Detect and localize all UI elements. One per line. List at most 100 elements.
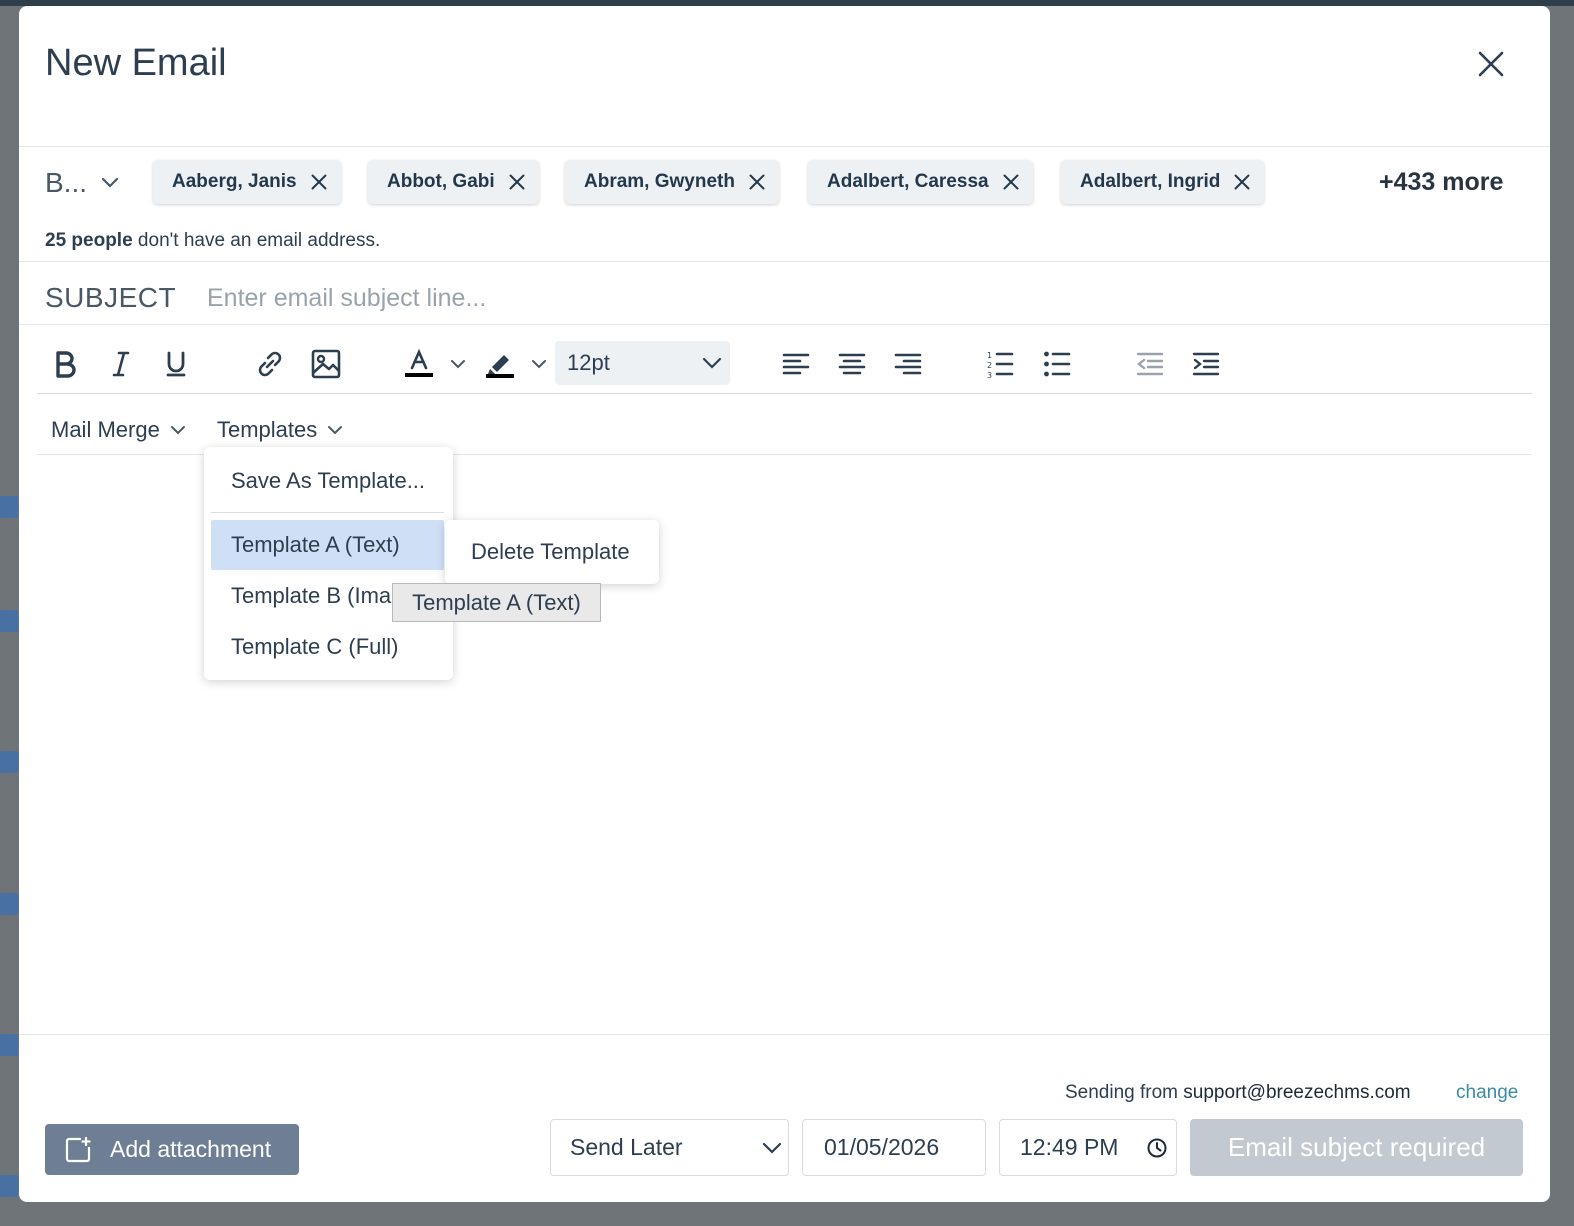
close-icon <box>1478 51 1504 77</box>
subject-input[interactable] <box>207 276 1507 320</box>
image-icon <box>311 349 341 379</box>
svg-text:1: 1 <box>987 351 992 360</box>
divider <box>19 324 1550 325</box>
chevron-down-icon <box>170 426 185 435</box>
chevron-down-icon <box>532 360 546 369</box>
save-as-template-item[interactable]: Save As Template... <box>211 456 444 506</box>
change-sender-link[interactable]: change <box>1456 1082 1518 1104</box>
highlight-dropdown[interactable] <box>528 352 550 376</box>
text-color-dropdown[interactable] <box>447 352 469 376</box>
align-center-icon <box>838 353 866 375</box>
link-icon <box>258 351 282 377</box>
template-item-c[interactable]: Template C (Full) <box>211 622 444 672</box>
remove-recipient-button[interactable] <box>1003 174 1019 190</box>
remove-recipient-button[interactable] <box>509 174 525 190</box>
recipient-chip-label: Abram, Gwyneth <box>584 171 735 192</box>
numbered-list-icon: 1 2 3 <box>987 351 1014 378</box>
templates-menu[interactable]: Templates <box>217 410 343 450</box>
recipient-chip-label: Adalbert, Ingrid <box>1080 171 1221 192</box>
recipient-chip-label: Aaberg, Janis <box>172 171 297 192</box>
template-item-a[interactable]: Template A (Text) <box>211 520 444 570</box>
chevron-down-icon <box>702 357 722 369</box>
chevron-down-icon <box>101 177 119 188</box>
align-right-icon <box>894 353 922 375</box>
subject-label: SUBJECT <box>45 282 177 313</box>
add-attachment-button[interactable]: Add attachment <box>45 1124 299 1175</box>
divider <box>19 1034 1550 1035</box>
recipient-chip: Adalbert, Ingrid <box>1061 160 1265 204</box>
send-mode-value: Send Later <box>570 1134 683 1160</box>
text-color-button[interactable] <box>397 342 441 386</box>
mail-merge-menu[interactable]: Mail Merge <box>51 410 186 450</box>
font-size-select[interactable]: 12pt <box>555 341 730 385</box>
background-checkbox <box>0 1175 18 1197</box>
template-tooltip: Template A (Text) <box>392 583 601 622</box>
numbered-list-button[interactable]: 1 2 3 <box>978 342 1022 386</box>
italic-icon <box>112 351 130 377</box>
send-date-value: 01/05/2026 <box>824 1134 940 1160</box>
send-mode-select[interactable]: Send Later <box>550 1119 789 1176</box>
chevron-down-icon <box>451 360 465 369</box>
clock-icon[interactable] <box>1146 1137 1168 1159</box>
divider <box>19 146 1550 147</box>
close-icon <box>311 174 327 190</box>
send-date-input[interactable]: 01/05/2026 <box>802 1119 986 1176</box>
svg-text:2: 2 <box>987 361 992 370</box>
outdent-button[interactable] <box>1128 342 1172 386</box>
mail-merge-label: Mail Merge <box>51 417 160 442</box>
align-center-button[interactable] <box>830 342 874 386</box>
templates-label: Templates <box>217 417 318 442</box>
delete-template-item[interactable]: Delete Template <box>445 520 659 584</box>
highlight-button[interactable] <box>478 342 522 386</box>
sending-from: Sending from support@breezechms.com <box>1065 1082 1411 1104</box>
recipient-chip: Abram, Gwyneth <box>565 160 779 204</box>
underline-icon <box>166 351 186 377</box>
underline-button[interactable] <box>154 342 198 386</box>
indent-icon <box>1192 352 1220 376</box>
italic-button[interactable] <box>99 342 143 386</box>
close-icon <box>749 174 765 190</box>
bullet-list-button[interactable] <box>1035 342 1079 386</box>
background-checkbox <box>0 1034 18 1056</box>
recipient-chip-label: Adalbert, Caressa <box>827 171 989 192</box>
toolbar-divider <box>37 393 1532 394</box>
align-left-button[interactable] <box>774 342 818 386</box>
align-left-icon <box>782 353 810 375</box>
more-recipients-link[interactable]: +433 more <box>1379 168 1503 197</box>
no-email-text: don't have an email address. <box>132 230 381 251</box>
dropdown-divider <box>211 512 444 513</box>
background-checkbox <box>0 751 18 773</box>
remove-recipient-button[interactable] <box>749 174 765 190</box>
sending-from-address: support@breezechms.com <box>1183 1082 1411 1103</box>
divider <box>19 261 1550 262</box>
send-time-value: 12:49 PM <box>1020 1134 1119 1160</box>
insert-image-button[interactable] <box>304 342 348 386</box>
close-button[interactable] <box>1471 44 1511 84</box>
recipient-group-select[interactable]: B... <box>45 161 135 205</box>
recipient-chip: Adalbert, Caressa <box>808 160 1033 204</box>
outdent-icon <box>1136 352 1164 376</box>
remove-recipient-button[interactable] <box>311 174 327 190</box>
no-email-notice: 25 people don't have an email address. <box>45 230 380 252</box>
highlight-icon <box>486 355 514 378</box>
background-checkbox <box>0 610 18 632</box>
recipient-chip-label: Abbot, Gabi <box>387 171 495 192</box>
send-email-button: Email subject required <box>1190 1119 1523 1176</box>
bold-button[interactable] <box>43 342 87 386</box>
svg-text:3: 3 <box>987 371 992 378</box>
attachment-icon <box>65 1136 91 1162</box>
remove-recipient-button[interactable] <box>1234 174 1250 190</box>
background-checkbox <box>0 893 18 915</box>
align-right-button[interactable] <box>886 342 930 386</box>
close-icon <box>509 174 525 190</box>
text-color-icon <box>405 348 433 377</box>
bullet-list-icon <box>1044 351 1071 377</box>
insert-link-button[interactable] <box>248 342 292 386</box>
indent-button[interactable] <box>1184 342 1228 386</box>
recipient-group-label: B... <box>45 167 88 198</box>
templates-dropdown: Save As Template... Template A (Text) Te… <box>204 447 453 680</box>
chevron-down-icon <box>762 1142 782 1154</box>
chevron-down-icon <box>328 426 343 435</box>
send-time-input[interactable]: 12:49 PM <box>999 1119 1177 1176</box>
recipient-chip: Abbot, Gabi <box>368 160 539 204</box>
